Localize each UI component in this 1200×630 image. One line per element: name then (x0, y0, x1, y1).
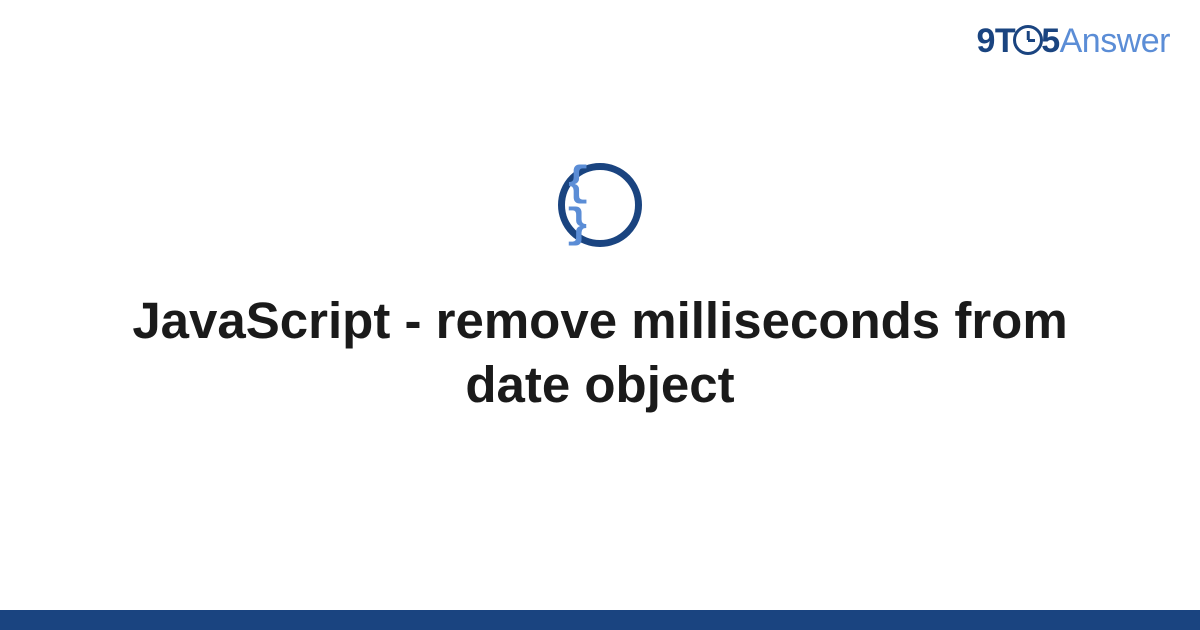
page-title: JavaScript - remove milliseconds from da… (75, 289, 1125, 417)
code-braces-icon: { } (558, 163, 642, 247)
braces-glyph: { } (565, 163, 635, 247)
main-content: { } JavaScript - remove milliseconds fro… (0, 0, 1200, 610)
footer-bar (0, 610, 1200, 630)
